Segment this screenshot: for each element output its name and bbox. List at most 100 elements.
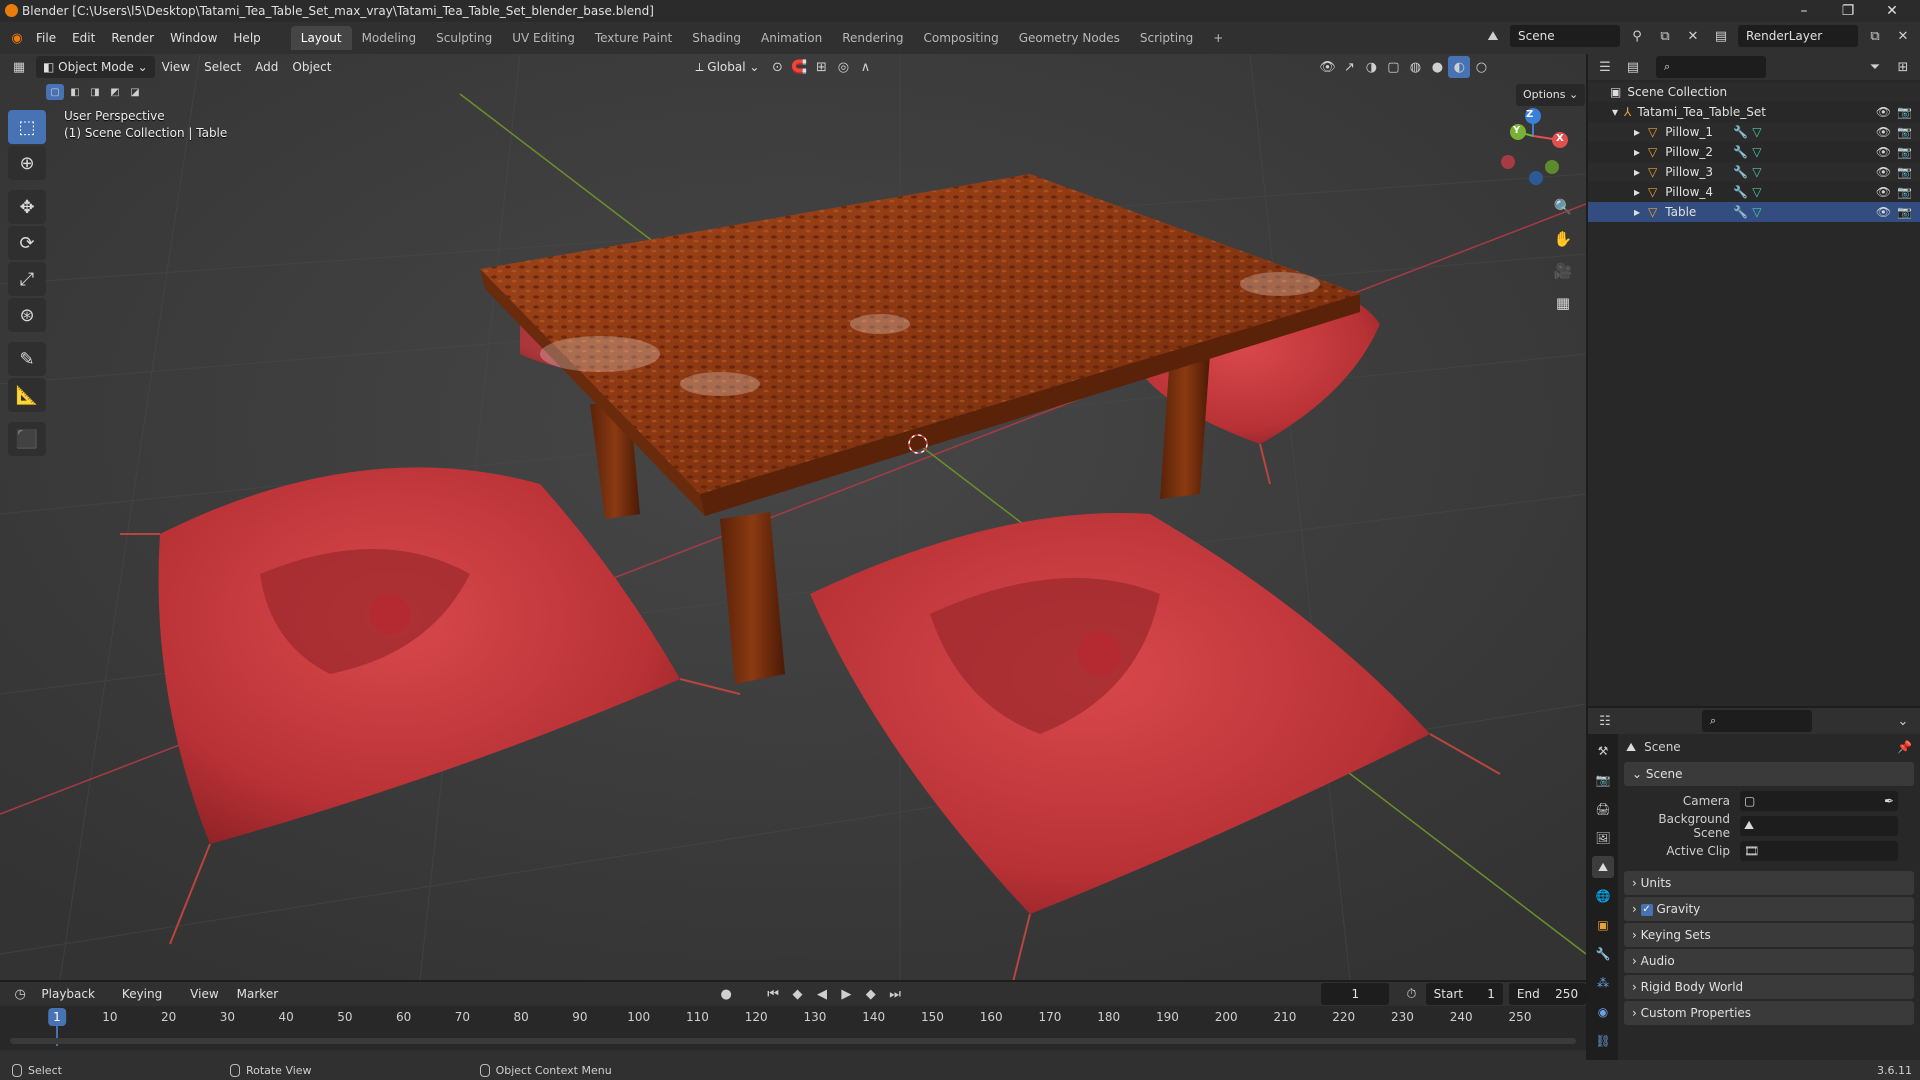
expand-arrow-icon[interactable]: ▸ [1634,202,1640,222]
editor-type-icon[interactable]: ▦ [8,56,30,78]
shading-rendered-icon[interactable]: ○ [1470,56,1492,78]
menu-edit[interactable]: Edit [64,22,103,54]
timeline-editor-icon[interactable]: ◷ [10,983,30,1005]
falloff-icon[interactable]: ∧ [854,56,876,78]
visibility-eye-icon[interactable]: 👁 [1876,202,1891,222]
transform-tool-icon[interactable]: ⊛ [8,298,46,332]
timeline-ruler[interactable]: 1 10 20 30 40 50 60 70 80 90 100 110 120 130 140 150 160… [0,1006,1586,1050]
menu-marker[interactable]: Marker [230,983,285,1005]
menu-view[interactable]: View [155,56,197,78]
visibility-eye-icon[interactable]: 👁 [1876,102,1891,122]
view-layer-icon[interactable]: ▤ [1710,25,1732,47]
menu-window[interactable]: Window [162,22,225,54]
pin-icon[interactable]: 📌 [1897,740,1912,754]
cursor-tool-icon[interactable]: ⊕ [8,146,46,180]
filter-icon[interactable]: ⏷ [1864,56,1886,78]
tab-modeling[interactable]: Modeling [352,26,427,50]
menu-help[interactable]: Help [225,22,268,54]
maximize-button[interactable]: ❐ [1828,0,1868,22]
new-scene-icon[interactable]: ⧉ [1654,25,1676,47]
shading-material-icon[interactable]: ◐ [1448,56,1471,78]
tree-row-collection[interactable]: ▾ ⅄ Tatami_Tea_Table_Set 👁 📷 [1588,102,1920,122]
properties-options-icon[interactable]: ⌄ [1892,710,1914,732]
proportional-edit-icon[interactable]: ◎ [832,56,854,78]
tab-sculpting[interactable]: Sculpting [426,26,502,50]
select-subtract-icon[interactable]: ◨ [86,84,104,100]
zoom-icon[interactable]: 🔍 [1548,194,1578,220]
new-collection-icon[interactable]: ⊞ [1892,56,1914,78]
scene-tab-icon[interactable]: ⛰ [1592,856,1614,878]
gravity-checkbox[interactable]: ✓ [1640,903,1653,916]
tree-row-pillow-4[interactable]: ▸ ▽ Pillow_4 🔧 ▽ 👁 📷 [1588,182,1920,202]
outliner-editor-icon[interactable]: ☰ [1594,56,1616,78]
tab-animation[interactable]: Animation [751,26,832,50]
scene-panel-header[interactable]: ⌄ Scene [1624,762,1914,786]
tab-compositing[interactable]: Compositing [913,26,1008,50]
expand-arrow-icon[interactable]: ▸ [1634,142,1640,162]
tab-texture-paint[interactable]: Texture Paint [585,26,682,50]
play-reverse-icon[interactable]: ◀ [812,983,832,1005]
camera-view-icon[interactable]: 🎥 [1548,258,1578,284]
gizmo-z-label[interactable]: Z [1526,109,1533,120]
snap-target-icon[interactable]: ⊞ [810,56,832,78]
play-icon[interactable]: ▶ [836,983,856,1005]
properties-editor-icon[interactable]: ☷ [1594,710,1616,732]
current-frame-field[interactable]: 1 [1321,983,1390,1005]
tree-row-table[interactable]: ▸ ▽ Table 🔧 ▽ 👁 📷 [1588,202,1920,222]
render-camera-icon[interactable]: 📷 [1897,142,1912,162]
expand-arrow-icon[interactable]: ▸ [1634,162,1640,182]
mode-select[interactable]: ◧ Object Mode ⌄ [36,56,155,78]
tab-scripting[interactable]: Scripting [1130,26,1203,50]
add-workspace-button[interactable]: + [1203,26,1233,50]
start-frame-field[interactable]: Start 1 [1425,983,1503,1005]
options-dropdown[interactable]: Options ⌄ [1516,84,1586,106]
timeline-scrollbar[interactable] [10,1038,1576,1044]
select-intersect-icon[interactable]: ◪ [126,84,144,100]
shading-wireframe-icon[interactable]: ◍ [1404,56,1426,78]
delete-view-layer-icon[interactable]: ✕ [1892,25,1914,47]
overlays-icon[interactable]: ◑ [1360,56,1382,78]
add-cube-tool-icon[interactable]: ⬛ [8,422,46,456]
output-tab-icon[interactable]: 🖨 [1592,798,1614,820]
tab-geometry-nodes[interactable]: Geometry Nodes [1009,26,1130,50]
camera-field[interactable]: ▢ ✒ [1740,790,1898,811]
pivot-point-icon[interactable]: ⊙ [766,56,788,78]
audio-panel-header[interactable]: › Audio [1624,949,1914,973]
tree-row-pillow-3[interactable]: ▸ ▽ Pillow_3 🔧 ▽ 👁 📷 [1588,162,1920,182]
jump-start-icon[interactable]: ⏮ [763,983,783,1005]
eyedropper-icon[interactable]: ✒ [1884,794,1894,808]
tool-tab-icon[interactable]: ⚒ [1592,740,1614,762]
pin-scene-icon[interactable]: ⚲ [1626,25,1648,47]
tab-rendering[interactable]: Rendering [832,26,913,50]
current-frame-indicator[interactable]: 1 [48,1008,66,1026]
display-mode-icon[interactable]: ▤ [1622,56,1644,78]
tab-layout[interactable]: Layout [290,26,352,50]
custom-properties-panel-header[interactable]: › Custom Properties [1624,1001,1914,1025]
expand-arrow-icon[interactable]: ▸ [1634,122,1640,142]
mesh-data-icon[interactable]: ▽ [1752,162,1761,182]
units-panel-header[interactable]: › Units [1624,871,1914,895]
view-layer-field[interactable]: RenderLayer [1738,25,1858,47]
mesh-data-icon[interactable]: ▽ [1752,182,1761,202]
outliner-search-input[interactable]: ⌕ [1656,56,1766,78]
render-camera-icon[interactable]: 📷 [1897,122,1912,142]
particles-tab-icon[interactable]: ⁂ [1592,972,1614,994]
tab-shading[interactable]: Shading [682,26,751,50]
tab-uv-editing[interactable]: UV Editing [502,26,585,50]
menu-file[interactable]: File [28,22,64,54]
prev-keyframe-icon[interactable]: ◆ [787,983,807,1005]
transform-orientation-select[interactable]: ⟂ Global ⌄ [688,56,766,78]
delete-scene-icon[interactable]: ✕ [1682,25,1704,47]
preview-range-icon[interactable]: ⏱ [1401,983,1421,1005]
annotate-tool-icon[interactable]: ✎ [8,342,46,376]
keying-sets-panel-header[interactable]: › Keying Sets [1624,923,1914,947]
menu-object[interactable]: Object [285,56,338,78]
visibility-eye-icon[interactable]: 👁 [1876,182,1891,202]
xray-icon[interactable]: ▢ [1382,56,1404,78]
visibility-eye-icon[interactable]: 👁 [1876,162,1891,182]
mesh-data-icon[interactable]: ▽ [1752,122,1761,142]
active-clip-field[interactable]: 🎞 [1740,840,1898,861]
scene-selector-icon[interactable]: ⛰ [1482,25,1504,47]
gizmo-x-label[interactable]: X [1556,133,1564,144]
scene-name-field[interactable]: Scene [1510,25,1620,47]
